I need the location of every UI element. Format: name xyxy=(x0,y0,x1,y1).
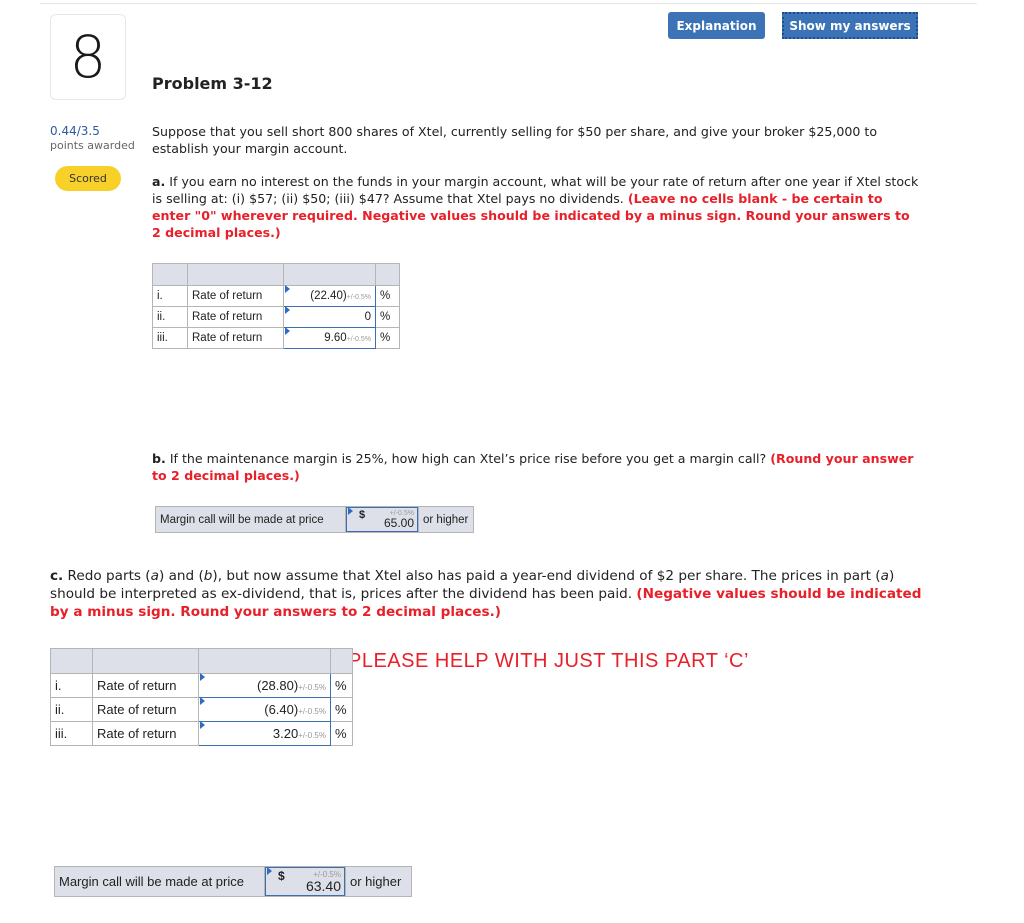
problem-title: Problem 3-12 xyxy=(152,74,273,93)
row-label: Rate of return xyxy=(92,721,199,746)
show-my-answers-button[interactable]: Show my answers xyxy=(782,12,918,39)
table-row: ii. Rate of return 0 % xyxy=(152,306,400,328)
currency-symbol: $ xyxy=(359,509,366,521)
part-a-answer-table: i. Rate of return (22.40)+/-0.5% % ii. R… xyxy=(152,263,400,349)
help-note: PLEASE HELP WITH JUST THIS PART ‘C’ xyxy=(348,650,749,672)
answer-input[interactable]: 3.20+/-0.5% xyxy=(198,721,331,746)
part-a-lead: a. xyxy=(152,174,166,189)
explanation-button[interactable]: Explanation xyxy=(668,12,765,39)
currency-symbol: $ xyxy=(278,869,285,883)
row-index: i. xyxy=(152,285,188,307)
answer-input[interactable]: (28.80)+/-0.5% xyxy=(198,673,331,698)
unit-label: % xyxy=(375,285,400,307)
unit-label: % xyxy=(330,673,353,698)
row-label: Rate of return xyxy=(187,306,284,328)
table-row: iii. Rate of return 9.60+/-0.5% % xyxy=(152,327,400,349)
table-row: iii. Rate of return 3.20+/-0.5% % xyxy=(50,721,353,746)
row-index: ii. xyxy=(50,697,93,722)
table-row: i. Rate of return (22.40)+/-0.5% % xyxy=(152,285,400,307)
row-label: Rate of return xyxy=(187,327,284,349)
part-a-prompt: a. If you earn no interest on the funds … xyxy=(152,173,922,241)
points-awarded: 0.44/3.5 points awarded xyxy=(50,124,140,153)
part-c-answer-table: i. Rate of return (28.80)+/-0.5% % ii. R… xyxy=(50,648,353,746)
margin-call-price-input[interactable]: $ +/-0.5% 65.00 xyxy=(346,507,418,532)
table-header-row xyxy=(50,648,353,674)
row-index: iii. xyxy=(152,327,188,349)
question-number-box: 8 xyxy=(50,14,126,100)
part-b-margin-call-row: Margin call will be made at price $ +/-0… xyxy=(155,506,474,533)
unit-label: % xyxy=(375,327,400,349)
margin-call-price-input[interactable]: $ +/-0.5% 63.40 xyxy=(265,867,345,896)
points-value: 0.44/3.5 xyxy=(50,124,100,138)
table-header-row xyxy=(152,263,400,286)
unit-label: % xyxy=(330,697,353,722)
margin-call-price-value: 63.40 xyxy=(305,878,341,894)
row-index: ii. xyxy=(152,306,188,328)
part-b-text: If the maintenance margin is 25%, how hi… xyxy=(165,451,771,466)
row-label: Rate of return xyxy=(92,673,199,698)
margin-call-price-value: 65.00 xyxy=(383,516,414,530)
table-row: ii. Rate of return (6.40)+/-0.5% % xyxy=(50,697,353,722)
row-index: i. xyxy=(50,673,93,698)
points-label: points awarded xyxy=(50,139,135,152)
answer-input[interactable]: 9.60+/-0.5% xyxy=(283,327,376,349)
question-number: 8 xyxy=(69,23,107,91)
part-b-prompt: b. If the maintenance margin is 25%, how… xyxy=(152,450,922,484)
answer-input[interactable]: 0 xyxy=(283,306,376,328)
part-c-margin-call-row: Margin call will be made at price $ +/-0… xyxy=(54,866,412,897)
margin-call-suffix: or higher xyxy=(345,867,411,896)
top-divider xyxy=(40,3,977,4)
answer-input[interactable]: (6.40)+/-0.5% xyxy=(198,697,331,722)
answer-input[interactable]: (22.40)+/-0.5% xyxy=(283,285,376,307)
row-index: iii. xyxy=(50,721,93,746)
row-label: Rate of return xyxy=(92,697,199,722)
status-badge: Scored xyxy=(55,166,121,191)
unit-label: % xyxy=(330,721,353,746)
margin-call-label: Margin call will be made at price xyxy=(156,507,346,532)
problem-intro: Suppose that you sell short 800 shares o… xyxy=(152,124,878,156)
part-b-lead: b. xyxy=(152,451,166,466)
row-label: Rate of return xyxy=(187,285,284,307)
margin-call-suffix: or higher xyxy=(418,507,473,532)
part-c-lead: c. xyxy=(50,568,64,584)
part-c-prompt: c. Redo parts (a) and (b), but now assum… xyxy=(50,568,922,620)
margin-call-label: Margin call will be made at price xyxy=(55,867,265,896)
unit-label: % xyxy=(375,306,400,328)
table-row: i. Rate of return (28.80)+/-0.5% % xyxy=(50,673,353,698)
